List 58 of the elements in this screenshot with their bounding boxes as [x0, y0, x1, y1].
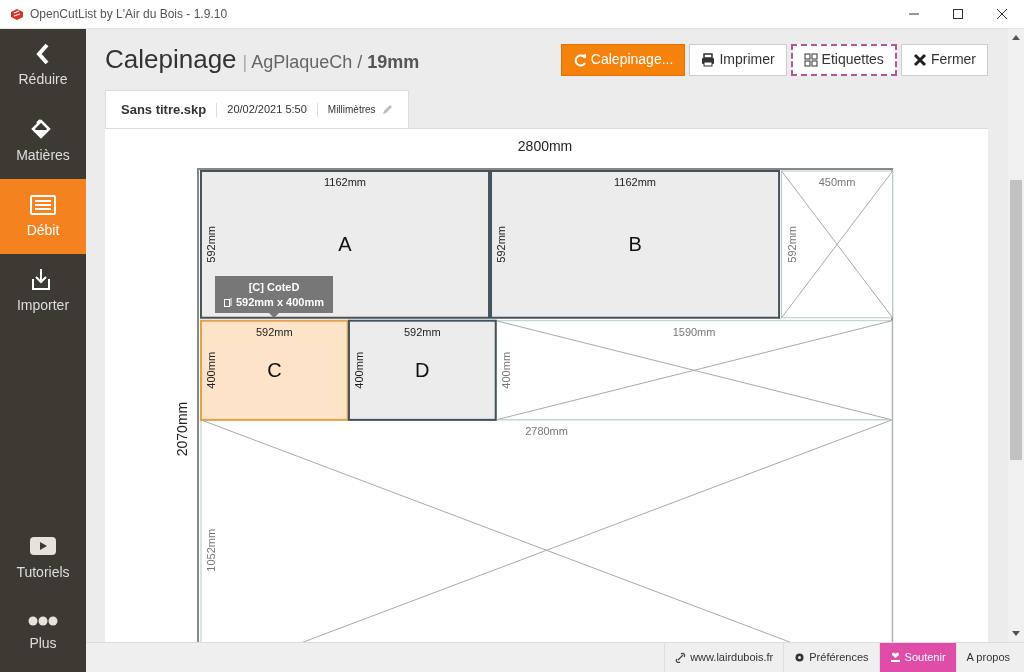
dimension-label: 592mm	[256, 325, 293, 338]
sidebar-item[interactable]: Matières	[0, 104, 86, 179]
close-button[interactable]: Fermer	[900, 43, 988, 76]
dimension-label: 2780mm	[525, 424, 568, 437]
dimension-label: 400mm	[204, 351, 217, 389]
window-title: OpenCutList by L'Air du Bois - 1.9.10	[30, 6, 228, 23]
link-icon	[675, 652, 687, 663]
dimension-label: 400mm	[500, 351, 512, 389]
heart-hand-icon	[889, 652, 901, 663]
refresh-icon	[572, 52, 587, 67]
sidebar-item[interactable]: Importer	[0, 254, 86, 329]
dimension-label: 592mm	[495, 226, 507, 263]
units-label: Millimètres	[327, 103, 376, 117]
maximize-icon[interactable]	[952, 8, 964, 20]
part-label: C	[267, 359, 282, 382]
dimension-label: 592mm	[404, 325, 441, 338]
document-tab[interactable]: Sans titre.skp 20/02/2021 5:50 Millimètres	[105, 90, 409, 128]
dimensions-icon	[223, 297, 233, 307]
app-logo-icon	[10, 7, 24, 21]
sidebar-item[interactable]: Plus	[0, 597, 86, 672]
file-date: 20/02/2021 5:50	[227, 102, 307, 118]
part-label: A	[338, 233, 352, 256]
tooltip-title: [C] CoteD	[248, 279, 300, 295]
part-label: B	[628, 233, 642, 256]
page-title: Calepinage	[105, 43, 237, 76]
sidebar-item[interactable]: Tutoriels	[0, 522, 86, 597]
dimension-label: 1590mm	[672, 325, 716, 338]
close-icon	[912, 52, 927, 67]
dimension-label: 450mm	[818, 176, 856, 188]
list-icon	[29, 192, 57, 216]
dimension-label: 592mm	[785, 226, 798, 263]
sidebar-item[interactable]: Réduire	[0, 29, 86, 104]
scroll-down-icon[interactable]	[1012, 631, 1020, 636]
page-subtitle: | AgPlaqueCh / 19mm	[242, 51, 420, 74]
grid-icon	[803, 52, 818, 67]
about-button[interactable]: A propos	[955, 643, 1020, 672]
dimension-label: 400mm	[352, 351, 365, 389]
part-label: D	[415, 359, 430, 382]
website-link[interactable]: www.lairdubois.fr	[664, 643, 784, 672]
video-icon	[28, 536, 58, 556]
printer-icon	[701, 52, 716, 67]
dimension-label: 592mm	[204, 226, 217, 263]
print-button[interactable]: Imprimer	[689, 43, 787, 76]
more-icon	[28, 615, 58, 627]
dimension-label: 1162mm	[614, 176, 657, 188]
dimension-label: 2070mm	[174, 401, 190, 457]
dimension-label: 1162mm	[324, 176, 366, 188]
dimension-label: 2800mm	[517, 138, 573, 154]
tooltip-size: 592mm x 400mm	[235, 294, 325, 310]
close-icon[interactable]	[996, 8, 1008, 20]
labels-button[interactable]: Etiquettes	[790, 43, 897, 76]
dimension-label: 1052mm	[204, 528, 217, 572]
chevron-left-icon	[36, 43, 50, 65]
file-name: Sans titre.skp	[121, 100, 207, 119]
support-button[interactable]: Soutenir	[878, 643, 956, 672]
preferences-button[interactable]: Préférences	[783, 643, 879, 672]
scroll-up-icon[interactable]	[1012, 35, 1020, 40]
scrollbar-thumb[interactable]	[1010, 180, 1022, 460]
